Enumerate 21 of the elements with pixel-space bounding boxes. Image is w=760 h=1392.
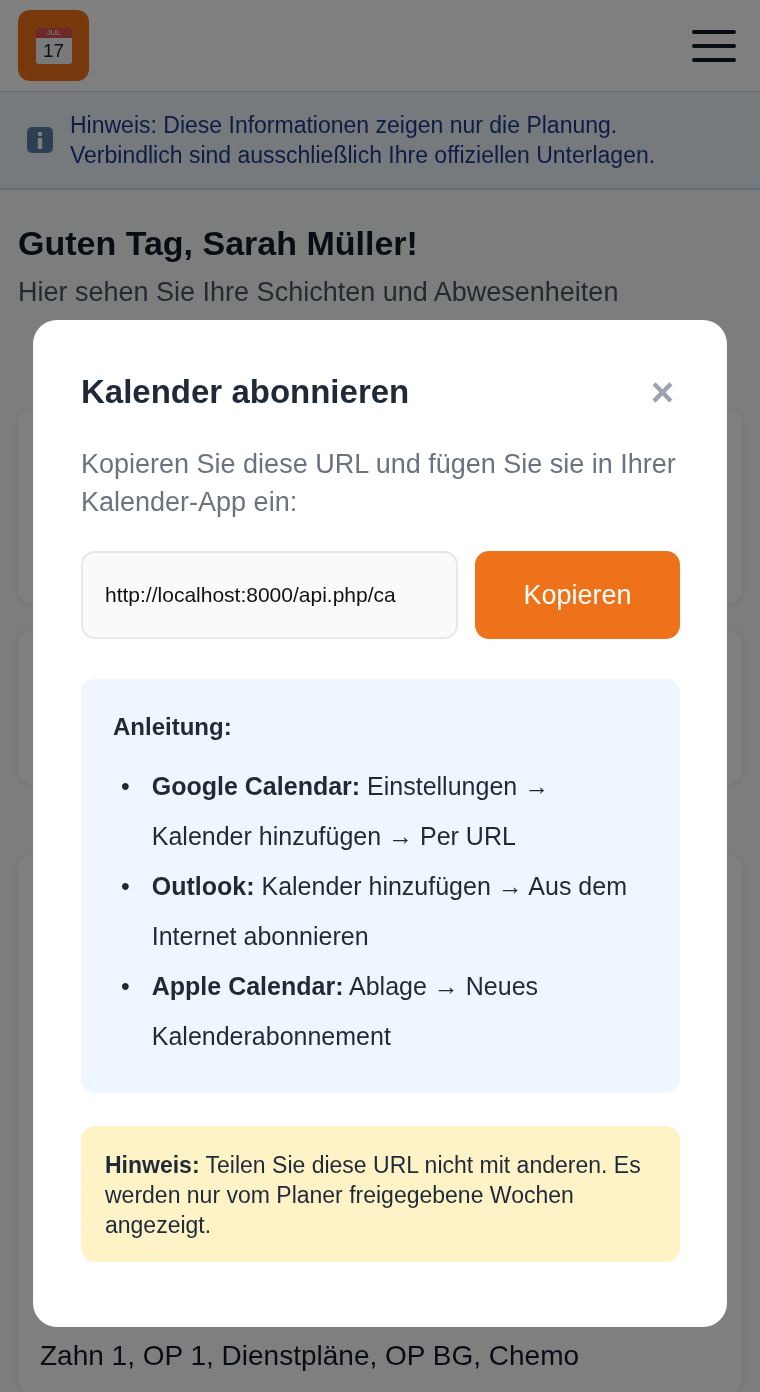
- calendar-icon: JUL 17: [35, 27, 72, 64]
- warning-text: Hinweis: Teilen Sie diese URL nicht mit anderen. Es werden nur vom Planer freigegebene Wochen angezeigt.: [105, 1151, 642, 1240]
- notice-text: Hinweis: Diese Informationen zeigen nur die Planung. Verbindlich sind ausschließlich Ihre offiziellen Unterlagen.: [70, 111, 657, 170]
- app-logo[interactable]: JUL 17: [18, 10, 89, 81]
- bullet: •: [121, 771, 130, 802]
- instruction-item: Outlook: Kalender hinzufügen → Aus dem Internet abonnieren: [151, 871, 628, 952]
- dialog-title: Kalender abonnieren: [81, 373, 410, 411]
- instruction-item: Google Calendar: Einstellungen → Kalender hinzufügen → Per URL: [151, 771, 551, 852]
- card-text: Zahn 1, OP 1, Dienstpläne, OP BG, Chemo: [40, 1340, 580, 1373]
- greeting-heading: Guten Tag, Sarah Müller!: [18, 224, 419, 263]
- info-icon: [26, 126, 54, 154]
- subtitle: Hier sehen Sie Ihre Schichten und Abwesenheiten: [18, 277, 620, 308]
- close-button[interactable]: ×: [644, 372, 680, 412]
- instructions-heading: Anleitung:: [113, 713, 233, 741]
- instruction-item: Apple Calendar: Ablage → Neues Kalenderabonnement: [151, 971, 540, 1052]
- url-field[interactable]: http://localhost:8000/api.php/ca: [81, 551, 458, 639]
- menu-icon[interactable]: [692, 28, 736, 63]
- bullet: •: [121, 971, 130, 1002]
- copy-button[interactable]: Kopieren: [475, 551, 680, 639]
- bullet: •: [121, 871, 130, 902]
- dialog-description: Kopieren Sie diese URL und fügen Sie sie in Ihrer Kalender-App ein:: [81, 448, 677, 519]
